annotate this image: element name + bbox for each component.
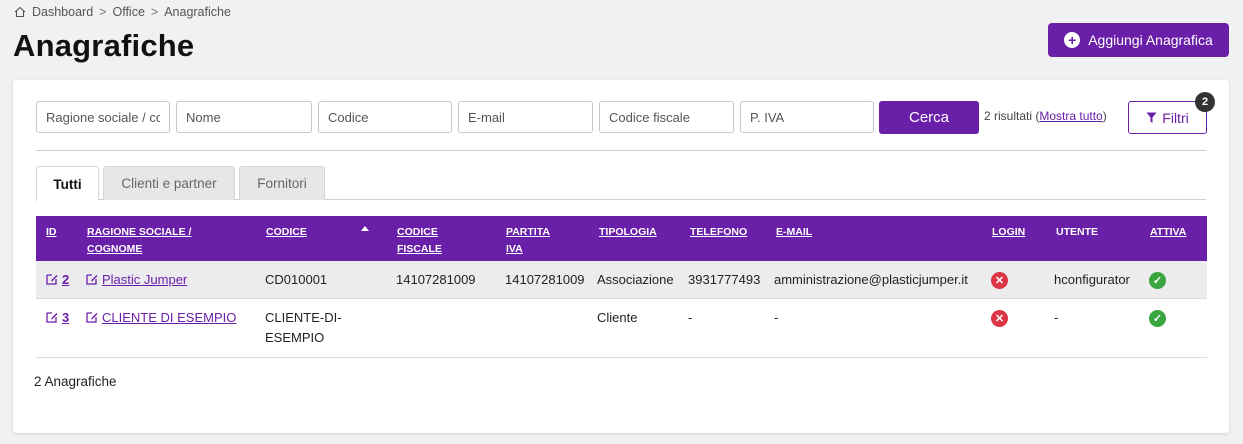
breadcrumb-dashboard[interactable]: Dashboard	[32, 5, 93, 19]
active-check-icon: ✓	[1149, 310, 1166, 327]
col-id[interactable]: ID	[46, 224, 57, 241]
add-anagrafica-button[interactable]: + Aggiungi Anagrafica	[1048, 23, 1229, 57]
col-codice-fiscale[interactable]: CODICE FISCALE	[397, 224, 442, 258]
ragione-sociale-input[interactable]	[36, 101, 170, 133]
row-telefono: -	[688, 310, 693, 325]
row-codice-line1: CD010001	[265, 272, 328, 287]
codice-input[interactable]	[318, 101, 452, 133]
row-partita-iva: 14107281009	[505, 272, 585, 287]
edit-icon	[86, 312, 98, 323]
main-card: Cerca 2 risultati (Mostra tutto) Filtri …	[13, 80, 1229, 433]
row-email: -	[774, 310, 779, 325]
table-row: 2 Plastic Jumper CD010001 14107281009 14…	[36, 261, 1207, 299]
edit-icon	[46, 312, 58, 323]
row-codice: CD010001	[265, 270, 327, 290]
tab-clienti-partner[interactable]: Clienti e partner	[103, 166, 235, 200]
col-tipologia[interactable]: TIPOLOGIA	[599, 224, 657, 241]
search-button[interactable]: Cerca	[879, 101, 979, 134]
active-check-icon: ✓	[1149, 272, 1166, 289]
funnel-icon	[1146, 112, 1157, 123]
results-count: 2 risultati (	[984, 109, 1040, 123]
record-count: 2 Anagrafiche	[34, 374, 117, 389]
col-codice[interactable]: CODICE	[266, 224, 307, 241]
row-ragione-cell[interactable]: CLIENTE DI ESEMPIO	[86, 308, 236, 328]
edit-icon	[46, 274, 58, 285]
breadcrumb-office[interactable]: Office	[112, 5, 144, 19]
col-piva-line2: IVA	[506, 243, 523, 255]
login-disabled-icon: ✕	[991, 272, 1008, 289]
home-icon	[14, 6, 26, 18]
row-id-cell[interactable]: 3	[46, 308, 69, 328]
breadcrumb-separator: >	[150, 5, 159, 19]
filter-count-badge: 2	[1195, 92, 1215, 112]
tab-tutti[interactable]: Tutti	[36, 166, 99, 201]
tab-fornitori[interactable]: Fornitori	[239, 166, 325, 200]
breadcrumb: Dashboard > Office > Anagrafiche	[14, 5, 231, 19]
row-email: amministrazione@plasticjumper.it	[774, 272, 968, 287]
partita-iva-input[interactable]	[740, 101, 874, 133]
row-codice-fiscale: 14107281009	[396, 272, 476, 287]
col-email[interactable]: E-MAIL	[776, 224, 812, 241]
row-id-link[interactable]: 2	[62, 272, 69, 287]
col-piva-line1: PARTITA	[506, 226, 550, 238]
col-utente: UTENTE	[1056, 226, 1098, 238]
results-suffix: )	[1102, 109, 1107, 123]
row-tipologia: Cliente	[597, 310, 638, 325]
codice-fiscale-input[interactable]	[599, 101, 734, 133]
results-summary: 2 risultati (Mostra tutto)	[984, 109, 1107, 123]
col-telefono[interactable]: TELEFONO	[690, 224, 747, 241]
table-row: 3 CLIENTE DI ESEMPIO CLIENTE-DI- ESEMPIO…	[36, 299, 1207, 358]
row-ragione-cell[interactable]: Plastic Jumper	[86, 270, 187, 290]
col-cf-line2: FISCALE	[397, 243, 442, 255]
col-ragione-line2: COGNOME	[87, 243, 143, 255]
col-partita-iva[interactable]: PARTITA IVA	[506, 224, 550, 258]
sort-asc-icon	[361, 226, 369, 231]
nome-input[interactable]	[176, 101, 312, 133]
col-ragione-sociale[interactable]: RAGIONE SOCIALE / COGNOME	[87, 224, 191, 258]
page-title: Anagrafiche	[13, 28, 195, 63]
plus-circle-icon: +	[1064, 32, 1081, 48]
row-tipologia: Associazione	[597, 272, 674, 287]
divider	[36, 150, 1206, 151]
email-input[interactable]	[458, 101, 593, 133]
edit-icon	[86, 274, 98, 285]
col-login[interactable]: LOGIN	[992, 224, 1025, 241]
breadcrumb-separator: >	[99, 5, 107, 19]
row-telefono: 3931777493	[688, 272, 761, 287]
table-header: ID RAGIONE SOCIALE / COGNOME CODICE CODI…	[36, 216, 1207, 261]
col-attiva[interactable]: ATTIVA	[1150, 224, 1186, 241]
row-ragione-link[interactable]: Plastic Jumper	[102, 272, 187, 287]
col-cf-line1: CODICE	[397, 226, 438, 238]
row-id-cell[interactable]: 2	[46, 270, 69, 290]
row-utente: -	[1054, 310, 1059, 325]
row-codice: CLIENTE-DI- ESEMPIO	[265, 308, 342, 348]
row-codice-line1: CLIENTE-DI-	[265, 310, 342, 325]
tab-bar: Tutti Clienti e partner Fornitori	[36, 166, 1206, 201]
col-ragione-line1: RAGIONE SOCIALE /	[87, 226, 192, 238]
add-anagrafica-label: Aggiungi Anagrafica	[1088, 32, 1213, 48]
row-ragione-link[interactable]: CLIENTE DI ESEMPIO	[102, 310, 236, 325]
show-all-link[interactable]: Mostra tutto	[1039, 109, 1102, 123]
login-disabled-icon: ✕	[991, 310, 1008, 327]
row-codice-line2: ESEMPIO	[265, 330, 325, 345]
row-id-link[interactable]: 3	[62, 310, 69, 325]
breadcrumb-current: Anagrafiche	[164, 5, 231, 19]
filters-label: Filtri	[1162, 109, 1189, 126]
row-utente: hconfigurator	[1054, 272, 1130, 287]
